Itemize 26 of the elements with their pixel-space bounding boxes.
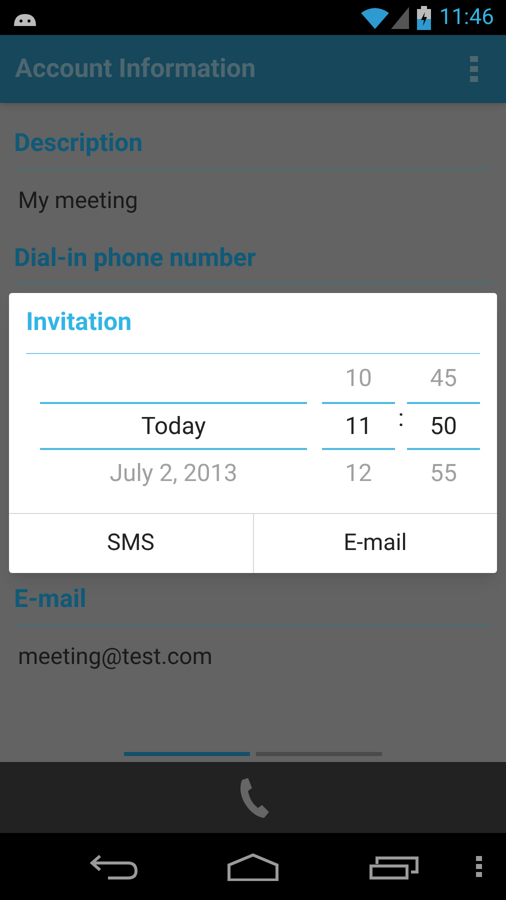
field-value[interactable]: My meeting — [18, 184, 138, 219]
overflow-menu-icon[interactable] — [476, 856, 482, 878]
section-heading: E-mail — [14, 585, 86, 614]
hour-value[interactable]: 11 — [345, 408, 372, 444]
minute-option[interactable]: 55 — [430, 455, 457, 491]
wifi-icon — [361, 6, 390, 28]
hour-option[interactable]: 10 — [345, 360, 372, 396]
minute-option[interactable]: 45 — [430, 360, 457, 396]
section-heading: Description — [14, 129, 143, 158]
screen-title: Account Information — [15, 52, 257, 86]
time-separator: : — [398, 403, 404, 434]
date-option[interactable]: July 2, 2013 — [110, 455, 238, 491]
dialog-action-button[interactable]: SMS — [9, 514, 252, 573]
dialog-title: Invitation — [26, 307, 132, 340]
battery-icon — [417, 6, 432, 30]
back-icon[interactable] — [90, 854, 138, 880]
clock-time: 11:46 — [439, 4, 494, 32]
home-icon[interactable] — [227, 852, 279, 880]
hour-option[interactable]: 12 — [345, 455, 372, 491]
recent-apps-icon[interactable] — [369, 854, 419, 880]
dialog-action-button[interactable]: E-mail — [252, 514, 497, 573]
section-heading: Dial-in phone number — [14, 244, 256, 272]
signal-icon — [391, 6, 410, 28]
field-value[interactable]: meeting@test.com — [18, 640, 212, 675]
minute-value[interactable]: 50 — [430, 408, 457, 444]
date-value[interactable]: Today — [141, 408, 206, 444]
